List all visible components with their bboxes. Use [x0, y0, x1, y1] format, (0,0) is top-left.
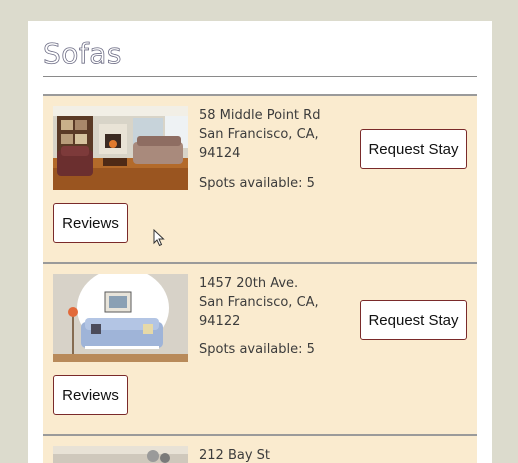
spots-available: Spots available: 5	[199, 176, 315, 191]
reviews-button[interactable]: Reviews	[53, 375, 128, 415]
listing-address: 1457 20th Ave. San Francisco, CA, 94122	[199, 274, 319, 331]
request-stay-button[interactable]: Request Stay	[360, 300, 467, 340]
sofa-room-photo	[53, 274, 188, 362]
address-zip: 94124	[199, 146, 241, 161]
address-street: 212 Bay St	[199, 448, 271, 463]
room-photo	[53, 446, 188, 463]
listing-address: 212 Bay St	[199, 446, 270, 463]
request-stay-button[interactable]: Request Stay	[360, 129, 467, 169]
address-city: San Francisco, CA,	[199, 127, 319, 142]
mouse-pointer-icon	[153, 229, 165, 247]
listing-photo[interactable]	[53, 446, 188, 463]
address-city: San Francisco, CA,	[199, 295, 319, 310]
page-title: Sofas	[43, 37, 123, 71]
address-street: 58 Middle Point Rd	[199, 108, 321, 123]
address-zip: 94122	[199, 314, 241, 329]
living-room-photo	[53, 106, 188, 190]
listing-card: 1457 20th Ave. San Francisco, CA, 94122 …	[43, 262, 477, 436]
listing-photo[interactable]	[53, 106, 188, 190]
title-divider	[43, 76, 477, 77]
address-street: 1457 20th Ave.	[199, 276, 299, 291]
sofa-list-panel: Sofas 58 Middle Point Rd San Francisco, …	[28, 21, 492, 463]
listing-photo[interactable]	[53, 274, 188, 362]
spots-available: Spots available: 5	[199, 342, 315, 357]
reviews-button[interactable]: Reviews	[53, 203, 128, 243]
listing-address: 58 Middle Point Rd San Francisco, CA, 94…	[199, 106, 320, 163]
listing-card: 212 Bay St	[43, 434, 477, 463]
listing-card: 58 Middle Point Rd San Francisco, CA, 94…	[43, 94, 477, 264]
